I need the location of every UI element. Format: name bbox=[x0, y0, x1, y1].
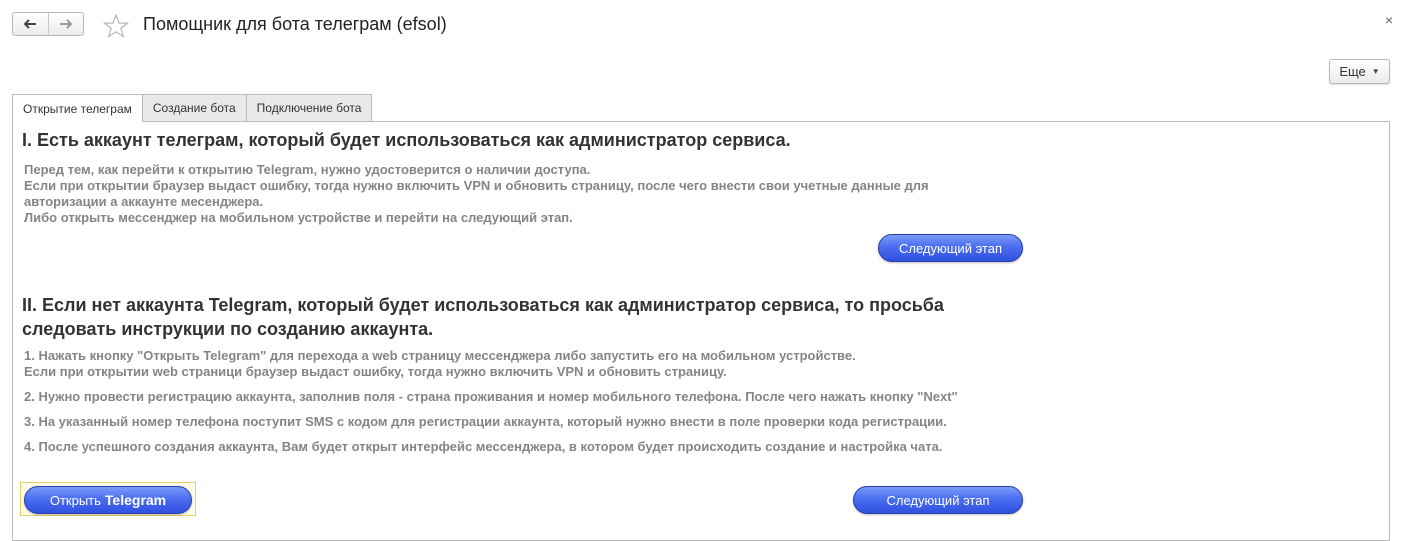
more-button[interactable]: Еще ▼ bbox=[1329, 59, 1390, 84]
tab-bar: Открытие телеграм Создание бота Подключе… bbox=[12, 94, 373, 122]
open-telegram-label-bold: Telegram bbox=[104, 492, 167, 508]
open-telegram-label: Открыть bbox=[49, 492, 101, 508]
open-telegram-focus-frame: Открыть Telegram bbox=[20, 482, 196, 516]
section1-text-line: Либо открыть мессенджер на мобильном уст… bbox=[24, 210, 573, 225]
tab-connect-bot[interactable]: Подключение бота bbox=[245, 94, 373, 121]
section1-text-line: авторизации а аккаунте месенджера. bbox=[24, 194, 264, 209]
navigation-buttons bbox=[12, 12, 84, 36]
forward-button[interactable] bbox=[47, 13, 84, 35]
section2-step3: 3. На указанный номер телефона поступит … bbox=[24, 414, 947, 429]
section1-next-step-button[interactable]: Следующий этап bbox=[878, 234, 1023, 262]
section2-next-step-button[interactable]: Следующий этап bbox=[853, 486, 1023, 514]
arrow-right-icon bbox=[59, 19, 73, 29]
section2-step1-line1: 1. Нажать кнопку "Открыть Telegram" для … bbox=[24, 348, 856, 363]
section2-step2: 2. Нужно провести регистрацию аккаунта, … bbox=[24, 389, 958, 404]
tab-open-telegram[interactable]: Открытие телеграм bbox=[12, 94, 143, 122]
close-icon[interactable]: × bbox=[1385, 12, 1393, 28]
section1-text-line: Если при открытии браузер выдаст ошибку,… bbox=[24, 178, 929, 193]
chevron-down-icon: ▼ bbox=[1371, 67, 1380, 76]
star-icon[interactable] bbox=[103, 13, 129, 39]
arrow-left-icon bbox=[23, 19, 37, 29]
tab-create-bot[interactable]: Создание бота bbox=[141, 94, 247, 121]
back-button[interactable] bbox=[13, 13, 48, 35]
window-title: Помощник для бота телеграм (efsol) bbox=[143, 14, 447, 34]
open-telegram-button[interactable]: Открыть Telegram bbox=[24, 486, 192, 514]
more-button-label: Еще bbox=[1339, 64, 1366, 79]
section2-step4: 4. После успешного создания аккаунта, Ва… bbox=[24, 439, 943, 454]
section1-text-line: Перед тем, как перейти к открытию Telegr… bbox=[24, 162, 591, 177]
section1-heading: I. Есть аккаунт телеграм, который будет … bbox=[22, 130, 791, 150]
section2-step1-line2: Если при открытии web страници браузер в… bbox=[24, 364, 727, 379]
section2-heading: II. Если нет аккаунта Telegram, который … bbox=[22, 295, 944, 339]
